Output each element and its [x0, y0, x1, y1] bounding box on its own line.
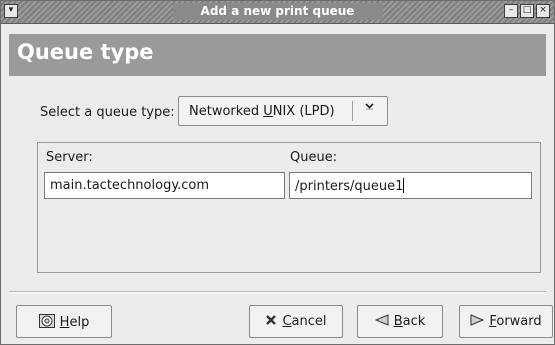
arrow-left-icon — [374, 314, 389, 328]
cancel-x-icon — [265, 314, 277, 328]
forward-button[interactable]: Forward — [459, 305, 553, 338]
window-title: Add a new print queue — [200, 4, 355, 18]
help-button[interactable]: Help — [16, 305, 112, 338]
close-icon[interactable]: × — [536, 4, 550, 18]
header-banner: Queue type — [9, 34, 546, 76]
divider — [9, 291, 546, 293]
queue-value: /printers/queue1 — [295, 179, 404, 194]
queue-type-value: Networked UNIX (LPD) — [189, 104, 335, 119]
queue-type-select[interactable]: Networked UNIX (LPD) — [178, 96, 388, 126]
queue-label: Queue: — [290, 150, 338, 165]
back-button[interactable]: Back — [357, 305, 443, 338]
arrow-right-icon — [470, 314, 485, 328]
cancel-button[interactable]: Cancel — [249, 305, 343, 338]
queue-type-label: Select a queue type: — [40, 105, 175, 120]
maximize-icon[interactable]: □ — [520, 4, 534, 18]
server-value: main.tactechnology.com — [50, 178, 210, 193]
server-label: Server: — [46, 150, 93, 165]
dialog-window: ▾ Add a new print queue – □ × Queue type… — [0, 0, 555, 345]
combo-separator — [352, 101, 353, 121]
text-cursor — [403, 178, 405, 193]
queue-field[interactable]: /printers/queue1 — [289, 172, 532, 199]
chevron-down-icon[interactable] — [361, 101, 377, 121]
title-bar[interactable]: ▾ Add a new print queue – □ × — [1, 1, 554, 24]
server-queue-group: Server: main.tactechnology.com Queue: /p… — [37, 142, 541, 273]
lifebuoy-icon — [38, 314, 55, 329]
minimize-icon[interactable]: – — [504, 4, 518, 18]
server-field[interactable]: main.tactechnology.com — [44, 172, 285, 199]
page-title: Queue type — [17, 40, 154, 64]
